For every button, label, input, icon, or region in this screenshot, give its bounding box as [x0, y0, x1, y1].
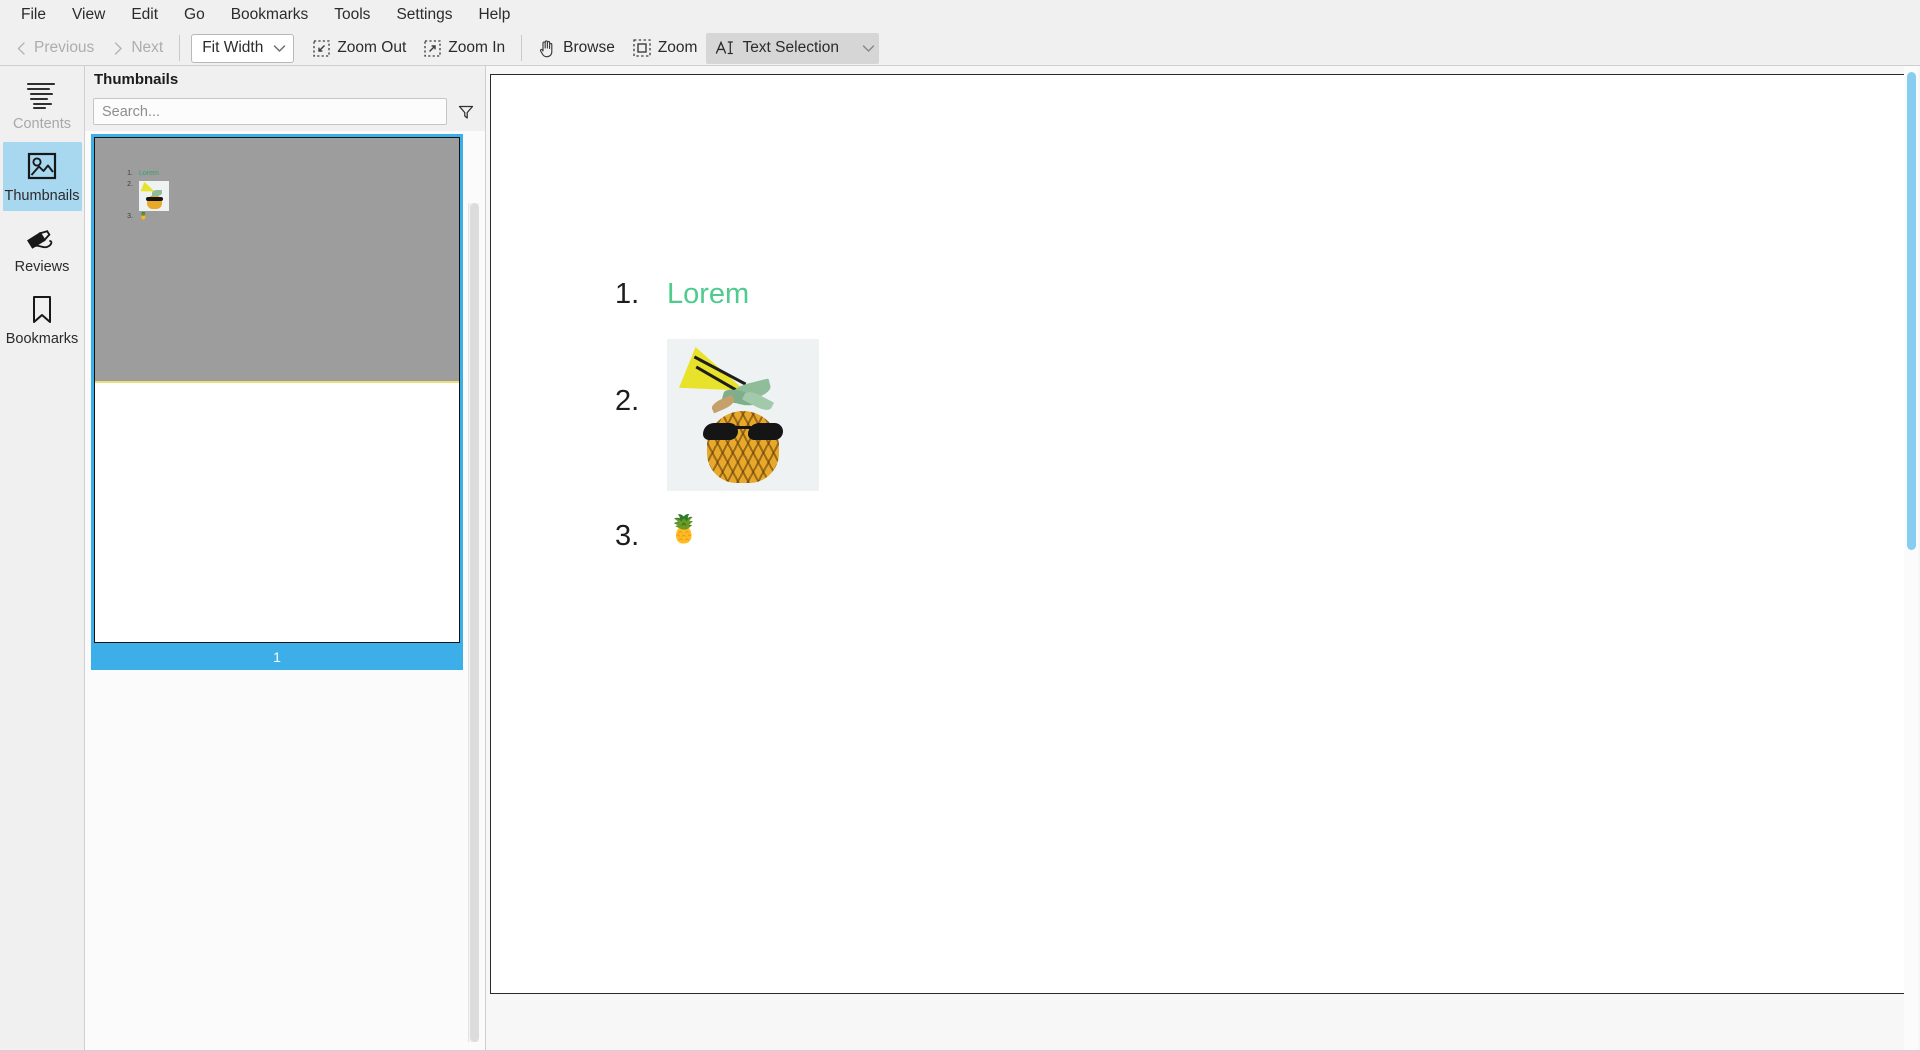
- zoom-out-icon: [313, 39, 330, 57]
- list-item-text[interactable]: Lorem: [667, 280, 749, 309]
- sidebar-rail: Contents Thumbnails Reviews Bookmarks: [0, 66, 85, 1050]
- thumbnail-item-image: [139, 181, 169, 211]
- toolbar: Previous Next Fit Width Zoom Out Zoom In…: [0, 31, 1920, 66]
- menu-settings[interactable]: Settings: [383, 2, 465, 28]
- document-list: 1. Lorem 2. 3. 🍍: [615, 280, 1315, 551]
- text-cursor-icon: [715, 39, 735, 57]
- thumbnails-panel-title: Thumbnails: [85, 66, 485, 93]
- sidebar-item-contents[interactable]: Contents: [3, 70, 82, 140]
- zoom-mode-select[interactable]: Fit Width: [191, 33, 295, 63]
- contents-icon: [25, 80, 59, 110]
- viewer-scrollbar[interactable]: [1904, 66, 1918, 1050]
- document-viewer[interactable]: 1. Lorem 2. 3. 🍍: [486, 66, 1920, 1050]
- menu-tools[interactable]: Tools: [321, 2, 383, 28]
- thumbnails-search-row: [85, 93, 485, 131]
- list-item: 3. 🍍: [615, 512, 1315, 551]
- previous-label: Previous: [34, 39, 95, 56]
- previous-button[interactable]: Previous: [6, 33, 103, 64]
- list-item-number: 2.: [615, 385, 640, 417]
- thumbnails-scrollbar-thumb[interactable]: [470, 203, 479, 1042]
- bookmarks-icon: [29, 295, 55, 325]
- pineapple-image[interactable]: [667, 339, 819, 491]
- chevron-down-icon: [273, 44, 286, 53]
- sidebar-item-label: Reviews: [14, 259, 70, 275]
- list-item: 2.: [125, 181, 275, 211]
- thumbnails-icon: [26, 152, 58, 182]
- thumbnail-item-emoji: 🍍: [139, 213, 148, 220]
- thumbnail-item-number: 3.: [127, 213, 133, 220]
- sunglasses-lens-right: [748, 423, 783, 440]
- filter-button[interactable]: [455, 100, 477, 124]
- thumbnail-item-number: 2.: [127, 181, 133, 188]
- chevron-left-icon: [15, 41, 27, 56]
- menu-edit[interactable]: Edit: [118, 2, 171, 28]
- list-item: 3. 🍍: [125, 213, 275, 220]
- zoom-tool-label: Zoom: [657, 39, 698, 56]
- hand-icon: [538, 39, 556, 58]
- thumbnail-item-number: 1.: [127, 170, 133, 177]
- toolbar-separator-1: [179, 35, 181, 61]
- document-page: 1. Lorem 2. 3. 🍍: [490, 74, 1913, 994]
- list-item-number: 1.: [615, 278, 640, 310]
- filter-icon: [458, 104, 474, 120]
- sidebar-item-label: Bookmarks: [5, 330, 79, 347]
- next-label: Next: [131, 39, 164, 56]
- zoom-select-icon: [633, 39, 651, 57]
- pineapple-emoji[interactable]: 🍍: [667, 512, 701, 543]
- text-selection-label: Text Selection: [742, 39, 839, 56]
- thumbnail-item-text: Lorem: [139, 170, 159, 177]
- sunglasses-lens-left: [703, 423, 738, 440]
- search-input[interactable]: [93, 98, 447, 125]
- toolbar-separator-2: [521, 35, 523, 61]
- list-item: 1. Lorem: [615, 280, 1315, 309]
- menu-help[interactable]: Help: [465, 2, 523, 28]
- app-body: Contents Thumbnails Reviews Bookmarks Th…: [0, 66, 1920, 1050]
- list-item-number: 3.: [615, 520, 640, 552]
- menu-view[interactable]: View: [59, 2, 118, 28]
- reviews-icon: [25, 223, 59, 253]
- thumbnails-scrollbar[interactable]: [468, 203, 479, 1042]
- zoom-out-label: Zoom Out: [337, 39, 407, 56]
- menu-go[interactable]: Go: [171, 2, 218, 28]
- next-button[interactable]: Next: [103, 33, 172, 64]
- thumbnail-page-preview: 1. Lorem 2. 3. 🍍: [94, 137, 460, 643]
- list-item: 1. Lorem: [125, 170, 275, 177]
- zoom-mode-value: Fit Width: [202, 39, 264, 56]
- text-selection-button[interactable]: Text Selection: [706, 32, 879, 64]
- menu-bookmarks[interactable]: Bookmarks: [218, 2, 322, 28]
- pineapple-body: [707, 411, 779, 483]
- thumbnail-page-card[interactable]: 1. Lorem 2. 3. 🍍 1: [91, 134, 463, 670]
- zoom-in-button[interactable]: Zoom In: [415, 33, 514, 64]
- thumbnail-page-label: 1: [94, 643, 460, 670]
- chevron-right-icon: [112, 41, 124, 56]
- zoom-in-label: Zoom In: [448, 39, 506, 56]
- sidebar-item-bookmarks[interactable]: Bookmarks: [3, 285, 82, 355]
- zoom-out-button[interactable]: Zoom Out: [304, 33, 415, 64]
- menu-file[interactable]: File: [8, 2, 59, 28]
- chevron-down-icon[interactable]: [862, 44, 875, 53]
- zoom-in-icon: [424, 39, 441, 57]
- viewer-scrollbar-thumb[interactable]: [1907, 72, 1916, 550]
- sunglasses-shape: [703, 423, 783, 440]
- thumbnails-scroll-area[interactable]: 1. Lorem 2. 3. 🍍 1: [85, 131, 485, 1050]
- zoom-tool-button[interactable]: Zoom: [624, 33, 707, 64]
- sidebar-item-label: Thumbnails: [4, 187, 80, 204]
- thumbnail-list: 1. Lorem 2. 3. 🍍: [125, 170, 275, 224]
- browse-button[interactable]: Browse: [529, 33, 624, 64]
- menu-bar: File View Edit Go Bookmarks Tools Settin…: [0, 0, 1920, 31]
- list-item: 2.: [615, 339, 1315, 491]
- sidebar-item-label: Contents: [12, 116, 72, 132]
- sidebar-item-thumbnails[interactable]: Thumbnails: [2, 141, 82, 211]
- browse-label: Browse: [563, 39, 615, 56]
- thumbnails-panel: Thumbnails 1. Lorem: [85, 66, 486, 1050]
- sidebar-item-reviews[interactable]: Reviews: [3, 213, 82, 283]
